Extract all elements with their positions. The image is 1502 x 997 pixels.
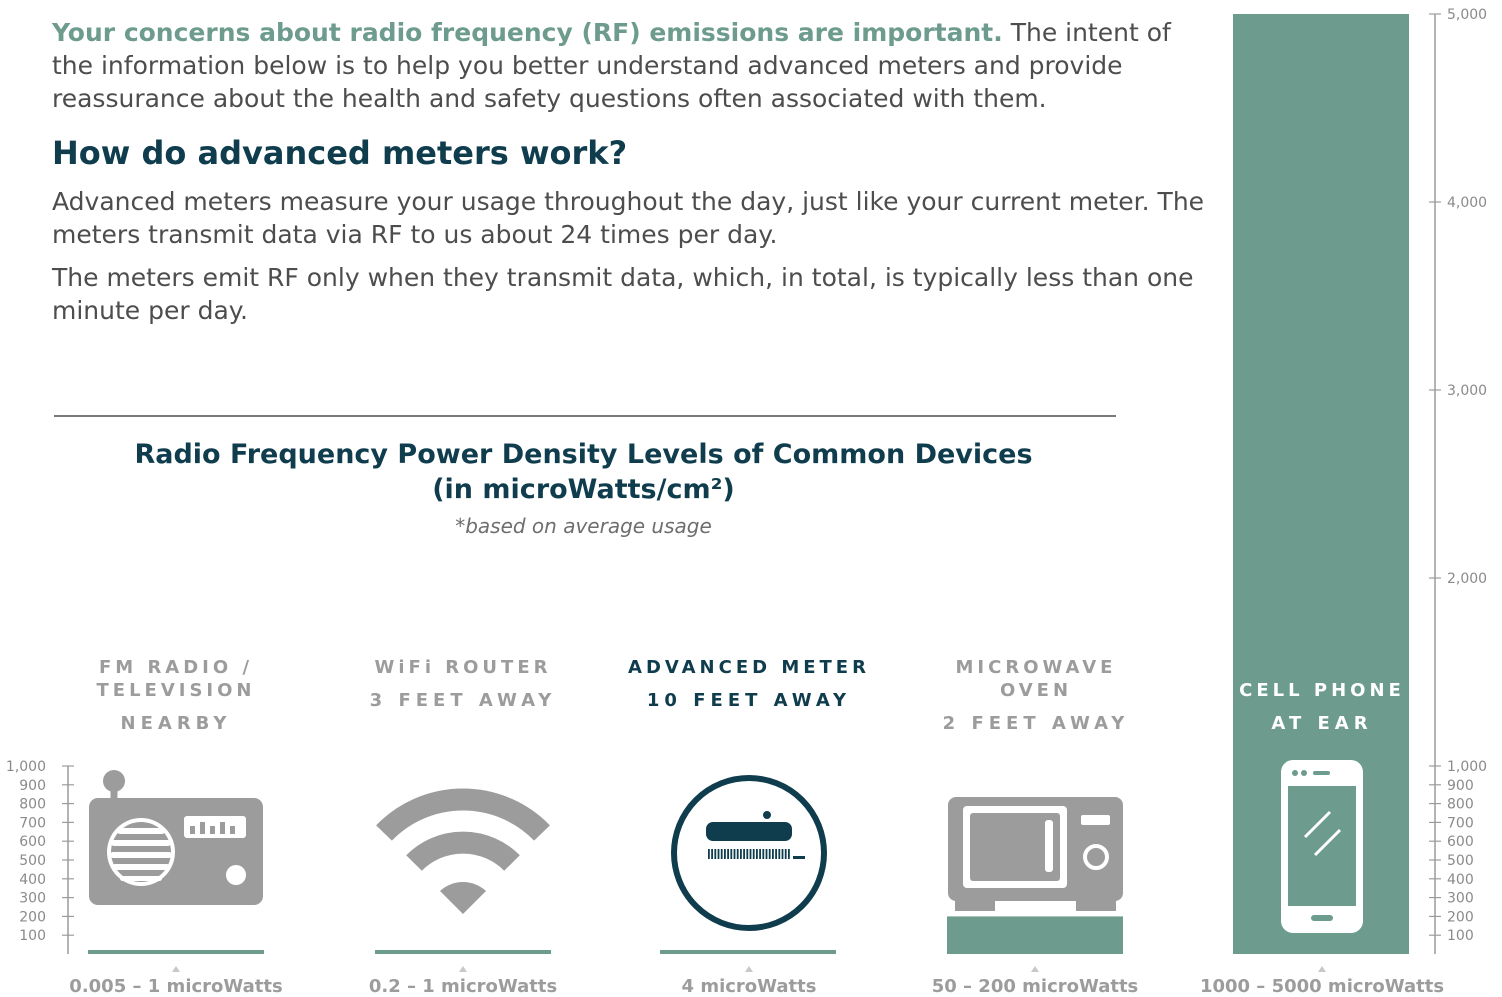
left-axis-tick-label: 500 <box>19 853 46 869</box>
device-distance-microwave-oven: 2 FEET AWAY <box>942 713 1130 734</box>
bar-microwave <box>947 916 1123 954</box>
cell-phone-icon <box>1281 760 1363 933</box>
range-label-wifi-router: 0.2 – 1 microWatts <box>368 976 558 997</box>
range-label-cell-phone: 1000 – 5000 microWatts <box>1199 976 1445 997</box>
right-axis-tick-label: 900 <box>1447 778 1474 794</box>
radio-icon <box>89 770 263 905</box>
right-axis-tick-label: 3,000 <box>1447 383 1487 399</box>
right-axis-tick-label: 4,000 <box>1447 195 1487 211</box>
left-axis-tick-label: 400 <box>19 872 46 888</box>
device-label-cell-phone: CELL PHONE <box>1239 680 1405 701</box>
left-axis-tick-label: 200 <box>19 909 46 925</box>
device-distance-cell-phone: AT EAR <box>1271 713 1373 734</box>
left-axis-tick-label: 1,000 <box>6 759 46 775</box>
bar-meter <box>660 950 836 954</box>
wifi-icon <box>376 788 550 914</box>
right-axis-tick-label: 200 <box>1447 909 1474 925</box>
right-axis-tick-label: 1,000 <box>1447 759 1487 775</box>
left-axis-tick-label: 700 <box>19 815 46 831</box>
device-distance-wifi-router: 3 FEET AWAY <box>369 690 557 711</box>
range-label-advanced-meter: 4 microWatts <box>681 976 817 997</box>
left-axis-tick-label: 300 <box>19 891 46 907</box>
device-distance-fm-radio: NEARBY <box>120 713 232 734</box>
left-axis-tick-label: 900 <box>19 778 46 794</box>
range-carets <box>172 966 1326 972</box>
right-axis-tick-label: 2,000 <box>1447 571 1487 587</box>
right-axis-tick-label: 600 <box>1447 834 1474 850</box>
right-axis-tick-label: 800 <box>1447 797 1474 813</box>
bar-radio <box>88 950 264 954</box>
right-axis-tick-label: 300 <box>1447 891 1474 907</box>
right-axis-tick-label: 500 <box>1447 853 1474 869</box>
device-distance-advanced-meter: 10 FEET AWAY <box>646 690 852 711</box>
left-axis-ticks: 100 200 300 400 500 600 700 800 900 1,000 <box>6 759 74 944</box>
microwave-icon <box>948 797 1123 911</box>
device-label-advanced-meter: ADVANCED METER <box>628 657 870 678</box>
range-label-fm-radio: 0.005 – 1 microWatts <box>69 976 283 997</box>
right-axis-tick-label: 5,000 <box>1447 7 1487 23</box>
left-axis-tick-label: 100 <box>19 928 46 944</box>
right-axis-tick-label: 700 <box>1447 815 1474 831</box>
right-axis-tick-label: 100 <box>1447 928 1474 944</box>
device-label-wifi-router: WiFi ROUTER <box>374 657 552 678</box>
bar-wifi <box>375 950 551 954</box>
right-axis-tick-label: 400 <box>1447 872 1474 888</box>
device-label-fm-radio: FM RADIO / TELEVISION <box>96 657 256 701</box>
rf-chart: 100 200 300 400 500 600 700 800 900 1,000 100 200 3… <box>6 7 1487 972</box>
meter-icon <box>671 775 827 931</box>
range-label-microwave-oven: 50 – 200 microWatts <box>931 976 1139 997</box>
device-label-microwave-oven: MICROWAVE OVEN <box>955 657 1117 701</box>
right-axis-ticks: 100 200 300 400 500 600 700 800 900 1,000 2,000 3,0… <box>1429 7 1487 944</box>
left-axis-tick-label: 600 <box>19 834 46 850</box>
left-axis-tick-label: 800 <box>19 797 46 813</box>
